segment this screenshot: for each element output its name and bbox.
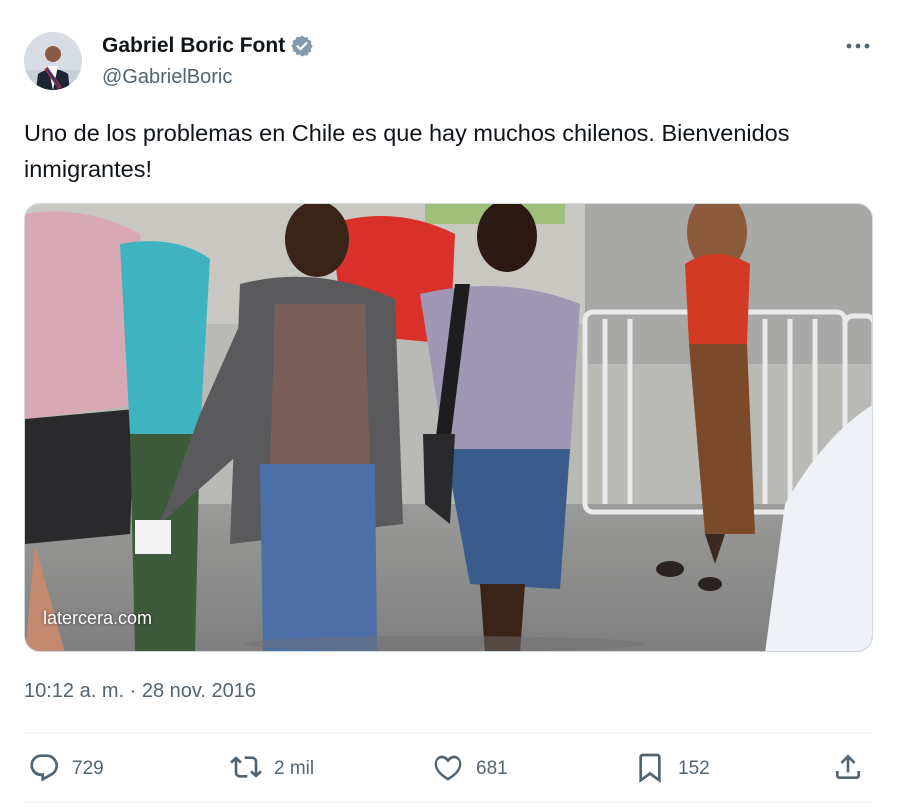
share-button[interactable] xyxy=(832,748,864,790)
display-name[interactable]: Gabriel Boric Font xyxy=(102,34,285,58)
verified-badge-icon xyxy=(290,34,314,58)
reply-button[interactable]: 729 xyxy=(28,748,104,790)
tweet-media-photo[interactable]: latercera.com xyxy=(24,203,873,652)
more-options-icon[interactable] xyxy=(844,34,872,58)
tweet-timestamp[interactable]: 10:12 a. m. · 28 nov. 2016 xyxy=(24,680,256,703)
repost-icon xyxy=(230,751,262,788)
tweet-actions-bar: 729 2 mil 681 152 xyxy=(24,748,873,790)
like-button[interactable]: 681 xyxy=(432,748,508,790)
avatar[interactable] xyxy=(24,32,82,90)
bookmark-button[interactable]: 152 xyxy=(634,748,710,790)
repost-button[interactable]: 2 mil xyxy=(230,748,314,790)
bookmark-count: 152 xyxy=(678,758,710,779)
like-count: 681 xyxy=(476,758,508,779)
reply-count: 729 xyxy=(72,758,104,779)
tweet-card: Gabriel Boric Font @GabrielBoric Uno de … xyxy=(0,0,900,807)
tweet-text: Uno de los problemas en Chile es que hay… xyxy=(24,120,790,182)
share-icon xyxy=(832,751,864,788)
heart-icon xyxy=(432,751,464,788)
divider-bottom xyxy=(24,802,873,803)
divider xyxy=(24,732,873,733)
reply-icon xyxy=(28,751,60,788)
handle[interactable]: @GabrielBoric xyxy=(102,66,232,89)
media-watermark: latercera.com xyxy=(43,608,153,628)
bookmark-icon xyxy=(634,751,666,788)
author-name-row[interactable]: Gabriel Boric Font xyxy=(102,34,314,58)
repost-count: 2 mil xyxy=(274,758,315,779)
